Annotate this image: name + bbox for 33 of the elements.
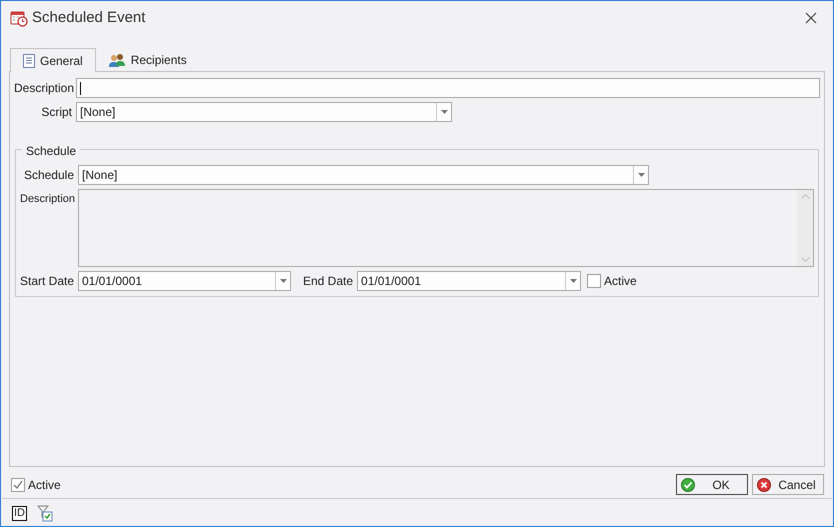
checkbox[interactable] xyxy=(587,274,602,288)
end-date-picker[interactable]: 01/01/0001 xyxy=(357,271,582,291)
script-dropdown[interactable]: [None] xyxy=(76,102,452,122)
field-label: Schedule xyxy=(22,167,74,184)
field-label: End Date xyxy=(303,273,354,290)
start-date-picker[interactable]: 01/01/0001 xyxy=(78,271,291,291)
check-circle-icon xyxy=(681,478,695,492)
description-memo-field[interactable] xyxy=(78,189,814,267)
field-label: Description xyxy=(14,80,72,97)
dialog-button[interactable]: Cancel xyxy=(752,474,824,495)
field-label: Start Date xyxy=(20,273,76,290)
dropdown-caret-icon[interactable] xyxy=(633,166,648,184)
window-title: Scheduled Event xyxy=(32,8,146,28)
checkbox[interactable] xyxy=(11,478,25,492)
id-badge[interactable]: ID xyxy=(12,506,27,520)
dialog-button[interactable]: OK xyxy=(676,474,748,495)
cancel-circle-icon xyxy=(757,478,771,492)
description-field[interactable] xyxy=(76,78,820,98)
dropdown-caret-icon[interactable] xyxy=(275,272,290,290)
checkbox-label: Active xyxy=(604,273,637,290)
field-label: Description xyxy=(20,192,74,207)
people-icon xyxy=(108,53,126,67)
dropdown-caret-icon[interactable] xyxy=(436,103,451,121)
close-icon[interactable] xyxy=(805,12,817,24)
schedule-dropdown[interactable]: [None] xyxy=(78,165,649,185)
tab[interactable]: Recipients xyxy=(96,49,199,71)
tab[interactable]: General xyxy=(10,48,96,72)
text-cursor xyxy=(80,82,81,94)
filter-check-icon[interactable] xyxy=(37,504,54,522)
document-icon xyxy=(23,54,35,68)
checkbox-label: Active xyxy=(28,476,61,494)
field-label: Script xyxy=(40,104,72,121)
calendar-clock-icon xyxy=(10,10,28,26)
